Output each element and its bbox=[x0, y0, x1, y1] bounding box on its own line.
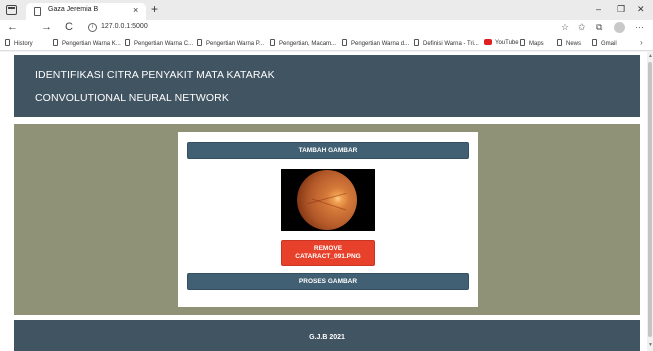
bookmarks-more-icon[interactable]: › bbox=[640, 38, 643, 47]
page-icon bbox=[557, 39, 562, 46]
title-bar: Gaza Jeremia B × + – ❐ ✕ bbox=[0, 0, 653, 20]
read-aloud-icon[interactable]: ☆ bbox=[561, 22, 569, 33]
page-icon bbox=[342, 39, 347, 46]
tab-close-icon[interactable]: × bbox=[133, 5, 138, 15]
scroll-up-icon[interactable]: ▲ bbox=[648, 53, 653, 59]
profile-avatar[interactable] bbox=[614, 22, 625, 33]
scroll-down-icon[interactable]: ▼ bbox=[648, 342, 653, 348]
restore-button[interactable]: ❐ bbox=[617, 4, 625, 15]
bookmark-item[interactable]: Pengertian Warna d... bbox=[342, 39, 409, 47]
process-image-button[interactable]: PROSES GAMBAR bbox=[187, 273, 469, 290]
scrollbar-thumb[interactable] bbox=[648, 62, 652, 337]
page-icon bbox=[592, 39, 597, 46]
footer-text: G.J.B 2021 bbox=[309, 334, 345, 341]
bookmark-item[interactable]: Pengertian Warna K... bbox=[53, 39, 121, 47]
bookmark-youtube[interactable]: YouTube bbox=[484, 39, 519, 46]
url-field[interactable]: 127.0.0.1:5000 bbox=[101, 23, 148, 30]
page-title: IDENTIFIKASI CITRA PENYAKIT MATA KATARAK bbox=[35, 69, 275, 81]
add-image-button[interactable]: TAMBAH GAMBAR bbox=[187, 142, 469, 159]
bookmark-item[interactable]: Pengertian Warna P... bbox=[197, 39, 264, 47]
bookmark-item[interactable]: Pengertian, Macam... bbox=[270, 39, 336, 47]
page-icon bbox=[197, 39, 202, 46]
bookmark-item[interactable]: Definisi Warna - Tri... bbox=[414, 39, 479, 47]
bookmark-news[interactable]: News bbox=[557, 39, 581, 47]
remove-button-filename: CATARACT_091.PNG bbox=[295, 253, 361, 260]
page-icon bbox=[5, 39, 10, 46]
page-icon bbox=[414, 39, 419, 46]
browser-window: Gaza Jeremia B × + – ❐ ✕ ← → C i 127.0.0… bbox=[0, 0, 653, 351]
page-icon bbox=[270, 39, 275, 46]
fundus-image-preview bbox=[281, 169, 375, 231]
minimize-button[interactable]: – bbox=[596, 4, 601, 14]
tab-title: Gaza Jeremia B bbox=[48, 6, 99, 13]
forward-button[interactable]: → bbox=[41, 21, 52, 34]
youtube-icon bbox=[484, 39, 492, 45]
remove-button-label: REMOVE bbox=[313, 245, 343, 252]
bookmark-maps[interactable]: Maps bbox=[520, 39, 544, 47]
page-footer: G.J.B 2021 bbox=[14, 320, 640, 351]
address-bar-row: ← → C i 127.0.0.1:5000 ☆ ✩ ⧉ ··· bbox=[0, 20, 653, 36]
bookmark-gmail[interactable]: Gmail bbox=[592, 39, 617, 47]
bookmark-history[interactable]: History bbox=[5, 39, 33, 47]
page-icon bbox=[34, 7, 41, 16]
site-info-icon[interactable]: i bbox=[88, 23, 97, 32]
page-subtitle: CONVOLUTIONAL NEURAL NETWORK bbox=[35, 92, 229, 104]
retina-image bbox=[297, 170, 357, 230]
new-tab-button[interactable]: + bbox=[151, 2, 158, 16]
collections-icon[interactable]: ⧉ bbox=[596, 22, 602, 33]
bookmark-item[interactable]: Pengertian Warna C... bbox=[125, 39, 193, 47]
page-icon bbox=[53, 39, 58, 46]
page-header: IDENTIFIKASI CITRA PENYAKIT MATA KATARAK… bbox=[14, 55, 640, 117]
close-window-button[interactable]: ✕ bbox=[637, 4, 645, 15]
remove-image-button[interactable]: REMOVE CATARACT_091.PNG bbox=[281, 240, 375, 266]
page-icon bbox=[125, 39, 130, 46]
reload-button[interactable]: C bbox=[65, 21, 73, 34]
browser-tab[interactable]: Gaza Jeremia B × bbox=[26, 3, 146, 20]
settings-menu-icon[interactable]: ··· bbox=[635, 22, 644, 32]
bookmarks-bar: History Pengertian Warna K... Pengertian… bbox=[0, 36, 653, 51]
back-button[interactable]: ← bbox=[7, 21, 18, 34]
favorites-icon[interactable]: ✩ bbox=[578, 22, 586, 33]
page-icon bbox=[520, 39, 525, 46]
window-menu-icon[interactable] bbox=[6, 5, 17, 15]
